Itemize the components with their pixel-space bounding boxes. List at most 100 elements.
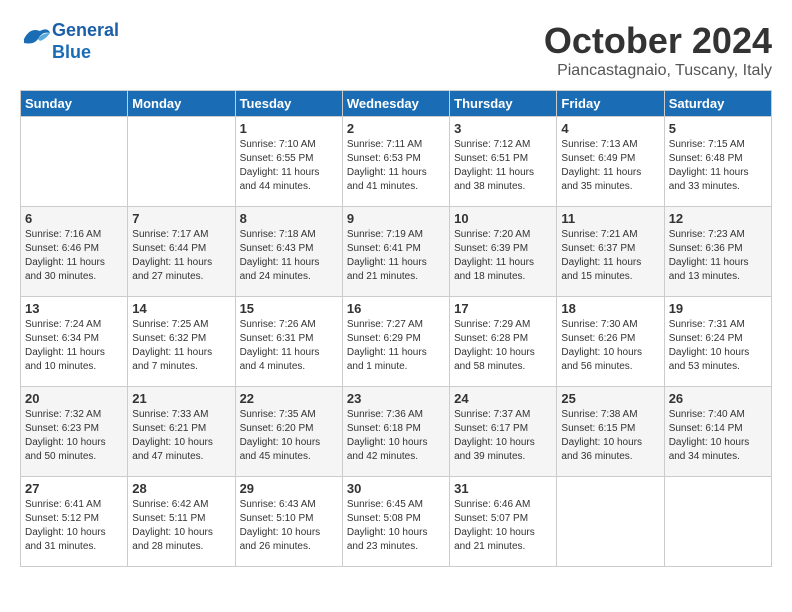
day-cell: 10Sunrise: 7:20 AM Sunset: 6:39 PM Dayli… (450, 207, 557, 297)
day-info: Sunrise: 7:27 AM Sunset: 6:29 PM Dayligh… (347, 318, 445, 374)
day-cell: 22 Sunrise: 7:35 AM Sunset: 6:20 PM Dayli… (235, 387, 342, 477)
day-header-thursday: Thursday (450, 91, 557, 117)
day-number: 16 (347, 301, 445, 316)
week-row-2: 6 Sunrise: 7:16 AM Sunset: 6:46 PM Daylig… (21, 207, 772, 297)
day-number: 30 (347, 481, 445, 496)
day-info: Sunrise: 6:45 AM Sunset: 5:08 PM Dayligh… (347, 498, 445, 554)
day-info: Sunrise: 7:12 AM Sunset: 6:51 PM Dayligh… (454, 138, 552, 194)
day-cell: 11 Sunrise: 7:21 AM Sunset: 6:37 PM Dayli… (557, 207, 664, 297)
header-row: SundayMondayTuesdayWednesdayThursdayFrid… (21, 91, 772, 117)
day-number: 2 (347, 121, 445, 136)
day-cell (557, 477, 664, 567)
day-cell: 19 Sunrise: 7:31 AM Sunset: 6:24 PM Dayli… (664, 297, 771, 387)
day-number: 12 (669, 211, 767, 226)
day-number: 21 (132, 391, 230, 406)
day-number: 31 (454, 481, 552, 496)
location-subtitle: Piancastagnaio, Tuscany, Italy (544, 62, 772, 80)
day-number: 1 (240, 121, 338, 136)
day-number: 27 (25, 481, 123, 496)
day-number: 9 (347, 211, 445, 226)
title-block: October 2024 Piancastagnaio, Tuscany, It… (544, 20, 772, 80)
week-row-4: 20Sunrise: 7:32 AM Sunset: 6:23 PM Dayli… (21, 387, 772, 477)
day-info: Sunrise: 7:19 AM Sunset: 6:41 PM Dayligh… (347, 228, 445, 284)
day-info: Sunrise: 7:35 AM Sunset: 6:20 PM Dayligh… (240, 408, 338, 464)
day-info: Sunrise: 7:21 AM Sunset: 6:37 PM Dayligh… (561, 228, 659, 284)
day-number: 15 (240, 301, 338, 316)
day-cell: 29Sunrise: 6:43 AM Sunset: 5:10 PM Dayli… (235, 477, 342, 567)
day-header-friday: Friday (557, 91, 664, 117)
day-cell: 9 Sunrise: 7:19 AM Sunset: 6:41 PM Daylig… (342, 207, 449, 297)
day-number: 13 (25, 301, 123, 316)
day-cell (21, 117, 128, 207)
day-number: 5 (669, 121, 767, 136)
day-number: 22 (240, 391, 338, 406)
day-info: Sunrise: 7:15 AM Sunset: 6:48 PM Dayligh… (669, 138, 767, 194)
logo-icon (20, 23, 52, 55)
day-info: Sunrise: 7:17 AM Sunset: 6:44 PM Dayligh… (132, 228, 230, 284)
day-cell: 21 Sunrise: 7:33 AM Sunset: 6:21 PM Dayli… (128, 387, 235, 477)
day-number: 28 (132, 481, 230, 496)
day-number: 23 (347, 391, 445, 406)
day-info: Sunrise: 7:25 AM Sunset: 6:32 PM Dayligh… (132, 318, 230, 374)
day-cell: 25 Sunrise: 7:38 AM Sunset: 6:15 PM Dayli… (557, 387, 664, 477)
day-cell: 31 Sunrise: 6:46 AM Sunset: 5:07 PM Dayli… (450, 477, 557, 567)
day-number: 4 (561, 121, 659, 136)
day-number: 7 (132, 211, 230, 226)
day-cell: 2Sunrise: 7:11 AM Sunset: 6:53 PM Daylig… (342, 117, 449, 207)
day-cell: 8Sunrise: 7:18 AM Sunset: 6:43 PM Daylig… (235, 207, 342, 297)
calendar-table: SundayMondayTuesdayWednesdayThursdayFrid… (20, 90, 772, 567)
day-header-tuesday: Tuesday (235, 91, 342, 117)
logo-text: General Blue (52, 20, 119, 63)
day-info: Sunrise: 7:24 AM Sunset: 6:34 PM Dayligh… (25, 318, 123, 374)
day-cell: 4 Sunrise: 7:13 AM Sunset: 6:49 PM Daylig… (557, 117, 664, 207)
day-info: Sunrise: 7:20 AM Sunset: 6:39 PM Dayligh… (454, 228, 552, 284)
day-info: Sunrise: 7:23 AM Sunset: 6:36 PM Dayligh… (669, 228, 767, 284)
day-cell: 6 Sunrise: 7:16 AM Sunset: 6:46 PM Daylig… (21, 207, 128, 297)
day-info: Sunrise: 7:38 AM Sunset: 6:15 PM Dayligh… (561, 408, 659, 464)
day-header-monday: Monday (128, 91, 235, 117)
day-cell: 3Sunrise: 7:12 AM Sunset: 6:51 PM Daylig… (450, 117, 557, 207)
day-number: 25 (561, 391, 659, 406)
day-info: Sunrise: 7:40 AM Sunset: 6:14 PM Dayligh… (669, 408, 767, 464)
day-info: Sunrise: 7:10 AM Sunset: 6:55 PM Dayligh… (240, 138, 338, 194)
week-row-1: 1 Sunrise: 7:10 AM Sunset: 6:55 PM Daylig… (21, 117, 772, 207)
day-info: Sunrise: 7:36 AM Sunset: 6:18 PM Dayligh… (347, 408, 445, 464)
day-cell: 13 Sunrise: 7:24 AM Sunset: 6:34 PM Dayli… (21, 297, 128, 387)
day-info: Sunrise: 7:37 AM Sunset: 6:17 PM Dayligh… (454, 408, 552, 464)
day-info: Sunrise: 7:33 AM Sunset: 6:21 PM Dayligh… (132, 408, 230, 464)
day-number: 8 (240, 211, 338, 226)
day-cell: 15 Sunrise: 7:26 AM Sunset: 6:31 PM Dayli… (235, 297, 342, 387)
day-number: 18 (561, 301, 659, 316)
day-header-wednesday: Wednesday (342, 91, 449, 117)
day-cell: 26 Sunrise: 7:40 AM Sunset: 6:14 PM Dayli… (664, 387, 771, 477)
week-row-5: 27 Sunrise: 6:41 AM Sunset: 5:12 PM Dayli… (21, 477, 772, 567)
day-info: Sunrise: 7:26 AM Sunset: 6:31 PM Dayligh… (240, 318, 338, 374)
day-number: 19 (669, 301, 767, 316)
day-cell: 5 Sunrise: 7:15 AM Sunset: 6:48 PM Daylig… (664, 117, 771, 207)
day-number: 20 (25, 391, 123, 406)
day-cell: 12 Sunrise: 7:23 AM Sunset: 6:36 PM Dayli… (664, 207, 771, 297)
day-info: Sunrise: 7:16 AM Sunset: 6:46 PM Dayligh… (25, 228, 123, 284)
day-info: Sunrise: 6:46 AM Sunset: 5:07 PM Dayligh… (454, 498, 552, 554)
day-number: 6 (25, 211, 123, 226)
day-cell: 14 Sunrise: 7:25 AM Sunset: 6:32 PM Dayli… (128, 297, 235, 387)
day-number: 11 (561, 211, 659, 226)
day-number: 26 (669, 391, 767, 406)
day-cell: 27 Sunrise: 6:41 AM Sunset: 5:12 PM Dayli… (21, 477, 128, 567)
logo: General Blue (20, 20, 119, 63)
day-cell: 18Sunrise: 7:30 AM Sunset: 6:26 PM Dayli… (557, 297, 664, 387)
day-cell: 16 Sunrise: 7:27 AM Sunset: 6:29 PM Dayli… (342, 297, 449, 387)
day-number: 17 (454, 301, 552, 316)
day-cell: 28 Sunrise: 6:42 AM Sunset: 5:11 PM Dayli… (128, 477, 235, 567)
day-cell: 30 Sunrise: 6:45 AM Sunset: 5:08 PM Dayli… (342, 477, 449, 567)
day-info: Sunrise: 7:29 AM Sunset: 6:28 PM Dayligh… (454, 318, 552, 374)
month-title: October 2024 (544, 20, 772, 62)
day-info: Sunrise: 7:13 AM Sunset: 6:49 PM Dayligh… (561, 138, 659, 194)
day-info: Sunrise: 6:42 AM Sunset: 5:11 PM Dayligh… (132, 498, 230, 554)
day-number: 14 (132, 301, 230, 316)
day-info: Sunrise: 6:41 AM Sunset: 5:12 PM Dayligh… (25, 498, 123, 554)
day-cell: 17 Sunrise: 7:29 AM Sunset: 6:28 PM Dayli… (450, 297, 557, 387)
day-info: Sunrise: 7:31 AM Sunset: 6:24 PM Dayligh… (669, 318, 767, 374)
day-cell: 24Sunrise: 7:37 AM Sunset: 6:17 PM Dayli… (450, 387, 557, 477)
day-cell: 23 Sunrise: 7:36 AM Sunset: 6:18 PM Dayli… (342, 387, 449, 477)
